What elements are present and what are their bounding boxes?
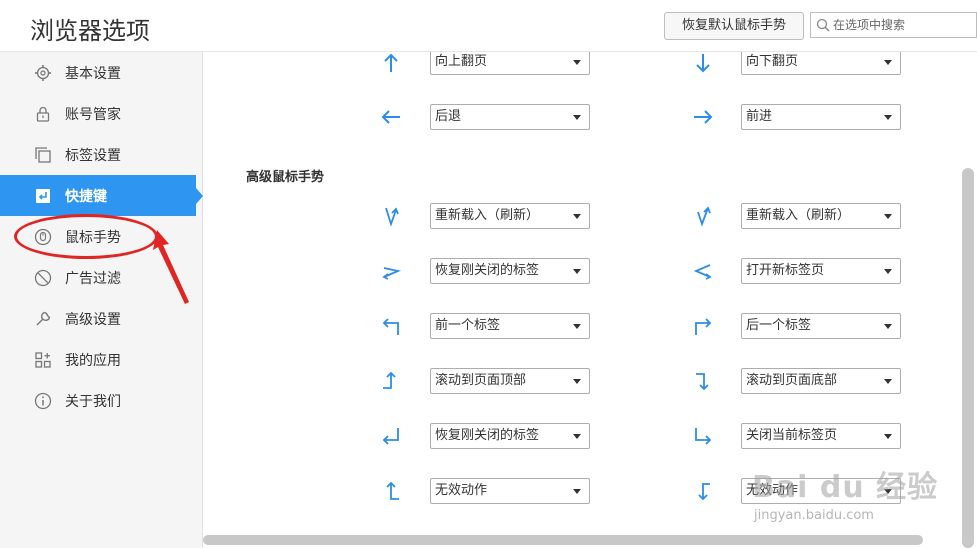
select-value: 后一个标签: [746, 318, 812, 333]
select-value: 关闭当前标签页: [746, 428, 838, 443]
gesture-right-up-icon: [386, 481, 399, 500]
gesture-right-down-select[interactable]: 滚动到页面底部: [741, 368, 901, 394]
apps-icon: [35, 352, 51, 368]
sidebar-item-label: 标签设置: [65, 148, 121, 164]
info-icon: [34, 392, 52, 410]
gesture-up-left-icon: [382, 318, 399, 335]
gesture-left-up-icon: [383, 371, 396, 389]
restore-default-gestures-button[interactable]: 恢复默认鼠标手势: [664, 12, 804, 40]
select-value: 无效动作: [435, 483, 488, 498]
gesture-left-down-select[interactable]: 无效动作: [741, 478, 901, 504]
select-value: 滚动到页面底部: [746, 373, 838, 388]
block-icon: [34, 269, 52, 287]
select-value: 向下翻页: [746, 54, 799, 69]
gesture-left-right-select[interactable]: 打开新标签页: [741, 258, 901, 284]
gesture-left-up-select[interactable]: 滚动到页面顶部: [430, 368, 590, 394]
search-input[interactable]: [833, 13, 973, 37]
sidebar-item-about-us[interactable]: 关于我们: [0, 380, 203, 421]
gesture-down-select[interactable]: 向下翻页: [741, 52, 901, 75]
sidebar-item-label: 基本设置: [65, 66, 121, 82]
shortcut-icon: [36, 189, 50, 203]
annotation-ellipse: [14, 214, 158, 259]
gesture-up-right-select[interactable]: 后一个标签: [741, 313, 901, 339]
select-value: 滚动到页面顶部: [435, 373, 527, 388]
select-value: 无效动作: [746, 483, 799, 498]
select-value: 重新载入（刷新）: [435, 208, 540, 223]
gesture-up-left-select[interactable]: 前一个标签: [430, 313, 590, 339]
gesture-right-left-select[interactable]: 恢复刚关闭的标签: [430, 258, 590, 284]
lock-icon: [36, 106, 50, 122]
advanced-gestures-title: 高级鼠标手势: [246, 170, 325, 185]
gesture-down-right-icon: [695, 428, 712, 445]
gesture-down-up-select[interactable]: 重新载入（刷新）: [430, 203, 590, 229]
select-value: 重新载入（刷新）: [746, 208, 851, 223]
gesture-up-down-select[interactable]: 重新载入（刷新）: [741, 203, 901, 229]
gesture-right-down-icon: [696, 373, 709, 391]
gear-icon: [35, 65, 51, 81]
arrow-down-icon: [696, 54, 710, 73]
sidebar-item-label: 广告过滤: [65, 271, 121, 287]
horizontal-scrollbar[interactable]: [203, 535, 923, 545]
sidebar-item-label: 账号管家: [65, 107, 121, 123]
sidebar-item-label: 关于我们: [65, 394, 121, 410]
sidebar-item-label: 我的应用: [65, 353, 121, 369]
select-value: 向上翻页: [435, 54, 488, 69]
sidebar-item-shortcuts[interactable]: 快捷键: [0, 175, 203, 216]
gesture-right-up-select[interactable]: 无效动作: [430, 478, 590, 504]
gesture-up-select[interactable]: 向上翻页: [430, 52, 590, 75]
gesture-right-left-icon: [382, 267, 401, 280]
page-title: 浏览器选项: [30, 17, 150, 45]
wrench-icon: [36, 311, 51, 326]
gesture-up-down-icon: [697, 206, 711, 227]
sidebar-item-label: 高级设置: [65, 312, 121, 328]
arrow-up-icon: [384, 53, 398, 72]
gesture-down-up-icon: [385, 207, 399, 227]
sidebar-item-account-manager[interactable]: 账号管家: [0, 93, 203, 134]
gesture-settings-panel: 向上翻页 向下翻页 后退 前进 高级鼠标手势 重新载入（刷新） 重新载入（刷新）…: [203, 52, 977, 548]
sidebar-item-tab-settings[interactable]: 标签设置: [0, 134, 203, 175]
gesture-up-right-icon: [695, 318, 712, 335]
select-value: 前进: [746, 109, 773, 124]
select-value: 恢复刚关闭的标签: [435, 263, 540, 278]
gesture-down-left-icon: [382, 428, 399, 445]
select-value: 恢复刚关闭的标签: [435, 428, 540, 443]
gesture-left-right-icon: [693, 264, 712, 280]
annotation-arrow-icon: [153, 230, 189, 304]
browser-options-window: 浏览器选项 恢复默认鼠标手势 基本设置: [0, 0, 977, 548]
arrow-right-icon: [694, 110, 713, 124]
sidebar-item-basic-settings[interactable]: 基本设置: [0, 52, 203, 93]
select-value: 后退: [435, 109, 462, 124]
header: 浏览器选项 恢复默认鼠标手势: [0, 0, 977, 52]
vertical-scrollbar[interactable]: [962, 168, 974, 548]
gesture-left-select[interactable]: 后退: [430, 104, 590, 130]
search-box[interactable]: [810, 12, 977, 38]
gesture-left-down-icon: [698, 483, 710, 501]
gesture-right-select[interactable]: 前进: [741, 104, 901, 130]
select-value: 打开新标签页: [746, 263, 825, 278]
sidebar-item-label: 快捷键: [65, 189, 107, 205]
tabs-icon: [35, 147, 51, 163]
arrow-left-icon: [381, 110, 400, 124]
search-icon: [816, 18, 830, 32]
sidebar-item-my-apps[interactable]: 我的应用: [0, 339, 203, 380]
gesture-down-left-select[interactable]: 恢复刚关闭的标签: [430, 423, 590, 449]
gesture-down-right-select[interactable]: 关闭当前标签页: [741, 423, 901, 449]
select-value: 前一个标签: [435, 318, 501, 333]
